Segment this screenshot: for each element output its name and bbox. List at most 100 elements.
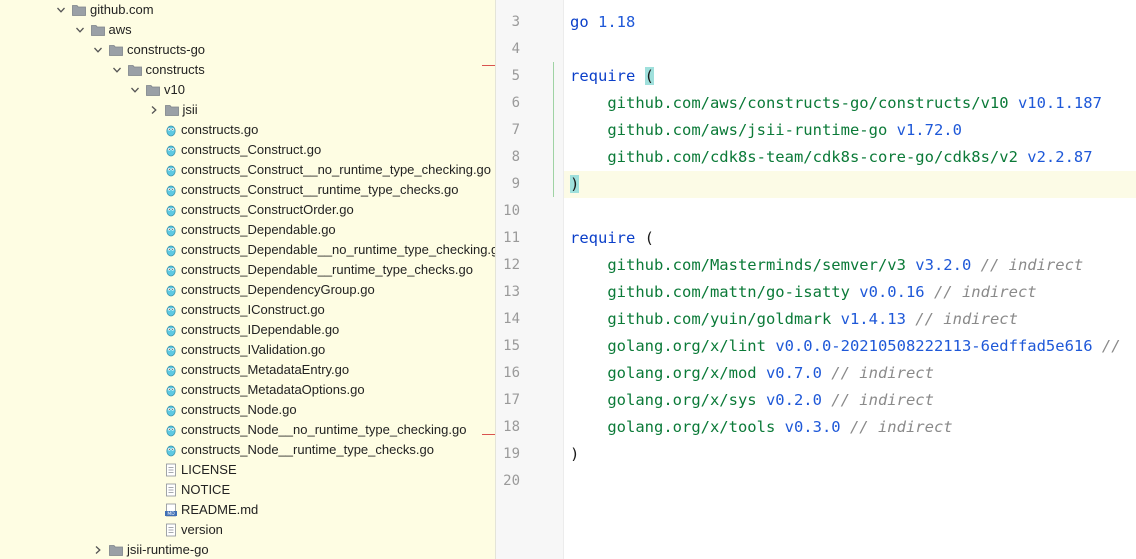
code-token: v3.2.0 [915,256,972,274]
go-file-icon [165,363,177,377]
chevron-down-icon[interactable] [110,60,124,80]
tree-folder-item[interactable]: constructs-go [91,40,205,60]
line-number: 13 [503,284,520,300]
line-number: 8 [511,149,520,165]
code-token: v0.3.0 [784,418,841,436]
code-line[interactable]: ) [570,171,580,198]
tree-item-label: aws [108,22,132,37]
code-line[interactable]: golang.org/x/sys v0.2.0 // indirect [570,387,934,414]
change-marker [482,65,495,66]
chevron-down-icon[interactable] [54,0,68,20]
tree-folder-item[interactable]: jsii [147,100,198,120]
go-file-icon [165,183,177,197]
tree-file-item[interactable]: constructs.go [165,120,258,140]
block-guide [553,62,554,197]
go-file-icon [165,203,177,217]
svg-text:MD: MD [167,511,175,517]
tree-file-item[interactable]: constructs_Node.go [165,400,297,420]
code-line[interactable]: golang.org/x/mod v0.7.0 // indirect [570,360,934,387]
chevron-right-icon[interactable] [147,100,161,120]
code-line[interactable]: golang.org/x/tools v0.3.0 // indirect [570,414,953,441]
tree-item-label: README.md [181,502,259,517]
tree-item-label: jsii [182,102,198,117]
code-token: golang.org/x/mod [570,364,766,382]
markdown-file-icon: MD [165,503,177,517]
tree-file-item[interactable]: constructs_IConstruct.go [165,300,325,320]
tree-file-item[interactable]: constructs_Dependable.go [165,220,336,240]
chevron-down-icon[interactable] [91,40,105,60]
tree-file-item[interactable]: constructs_Dependable__runtime_type_chec… [165,260,473,280]
code-line[interactable]: ) [570,441,579,468]
line-number: 9 [511,176,520,192]
go-file-icon [165,263,177,277]
code-token: v0.0.0-20210508222113-6edffad5e616 [775,337,1093,355]
go-file-icon [165,303,177,317]
tree-item-label: v10 [164,82,185,97]
tree-file-item[interactable]: constructs_Dependable__no_runtime_type_c… [165,240,495,260]
code-token: ) [570,175,580,193]
text-file-icon [165,463,177,477]
go-file-icon [165,123,177,137]
line-number: 3 [511,14,520,30]
code-token: v1.4.13 [840,310,906,328]
tree-item-label: constructs_Dependable.go [181,222,336,237]
code-token: // indirect [840,418,953,436]
code-line[interactable]: github.com/Masterminds/semver/v3 v3.2.0 … [570,252,1083,279]
code-line[interactable]: github.com/aws/jsii-runtime-go v1.72.0 [570,117,962,144]
tree-folder-item[interactable]: jsii-runtime-go [91,540,209,559]
code-line[interactable]: require ( [570,63,654,90]
code-token: v0.2.0 [765,391,822,409]
code-token: // indirect [971,256,1084,274]
tree-file-item[interactable]: LICENSE [165,460,237,480]
folder-icon [146,84,160,96]
line-number: 7 [511,122,520,138]
chevron-down-icon[interactable] [73,20,87,40]
tree-file-item[interactable]: constructs_MetadataOptions.go [165,380,365,400]
tree-file-item[interactable]: constructs_Construct__runtime_type_check… [165,180,458,200]
code-line[interactable]: require ( [570,225,654,252]
line-number: 15 [503,338,520,354]
tree-file-item[interactable]: constructs_Construct.go [165,140,321,160]
tree-folder-item[interactable]: v10 [128,80,185,100]
code-line[interactable]: github.com/aws/constructs-go/constructs/… [570,90,1102,117]
tree-folder-item[interactable]: constructs [110,60,205,80]
tree-file-item[interactable]: constructs_IDependable.go [165,320,339,340]
code-token: ( [644,67,654,85]
code-line[interactable]: golang.org/x/lint v0.0.0-20210508222113-… [570,333,1121,360]
go-file-icon [165,143,177,157]
code-token: github.com/aws/constructs-go/constructs/… [570,94,1018,112]
line-number: 4 [511,41,520,57]
tree-file-item[interactable]: constructs_MetadataEntry.go [165,360,349,380]
line-number: 5 [511,68,520,84]
tree-file-item[interactable]: constructs_IValidation.go [165,340,325,360]
tree-item-label: constructs_Construct.go [181,142,322,157]
tree-file-item[interactable]: NOTICE [165,480,230,500]
chevron-right-icon[interactable] [91,540,105,559]
tree-item-label: constructs_Node__no_runtime_type_checkin… [181,422,467,437]
tree-file-item[interactable]: constructs_DependencyGroup.go [165,280,375,300]
tree-file-item[interactable]: constructs_Node__no_runtime_type_checkin… [165,420,466,440]
code-token: // [1092,337,1121,355]
code-line[interactable]: go 1.18 [570,9,635,36]
chevron-down-icon[interactable] [128,80,142,100]
tree-file-item[interactable]: constructs_Node__runtime_type_checks.go [165,440,434,460]
gutter-divider [563,0,564,559]
tree-folder-item[interactable]: github.com [54,0,154,20]
tree-folder-item[interactable]: aws [73,20,132,40]
tree-file-item[interactable]: constructs_Construct__no_runtime_type_ch… [165,160,491,180]
line-number: 6 [511,95,520,111]
tree-file-item[interactable]: MD README.md [165,500,258,520]
tree-file-item[interactable]: version [165,520,223,540]
code-line[interactable]: github.com/yuin/goldmark v1.4.13 // indi… [570,306,1018,333]
tree-file-item[interactable]: constructs_ConstructOrder.go [165,200,354,220]
code-line[interactable]: github.com/cdk8s-team/cdk8s-core-go/cdk8… [570,144,1092,171]
code-editor[interactable]: 3 go 1.18 4 5 require ( 6 github.com/aws/cons… [496,0,1136,559]
tree-item-label: constructs_Node.go [181,402,297,417]
code-token: github.com/cdk8s-team/cdk8s-core-go/cdk8… [570,148,1028,166]
folder-icon [90,24,105,36]
tree-item-label: constructs_IConstruct.go [181,302,325,317]
code-token: github.com/Masterminds/semver/v3 [570,256,916,274]
code-line[interactable]: github.com/mattn/go-isatty v0.0.16 // in… [570,279,1036,306]
line-number: 20 [503,473,520,489]
code-token: go [570,13,598,31]
